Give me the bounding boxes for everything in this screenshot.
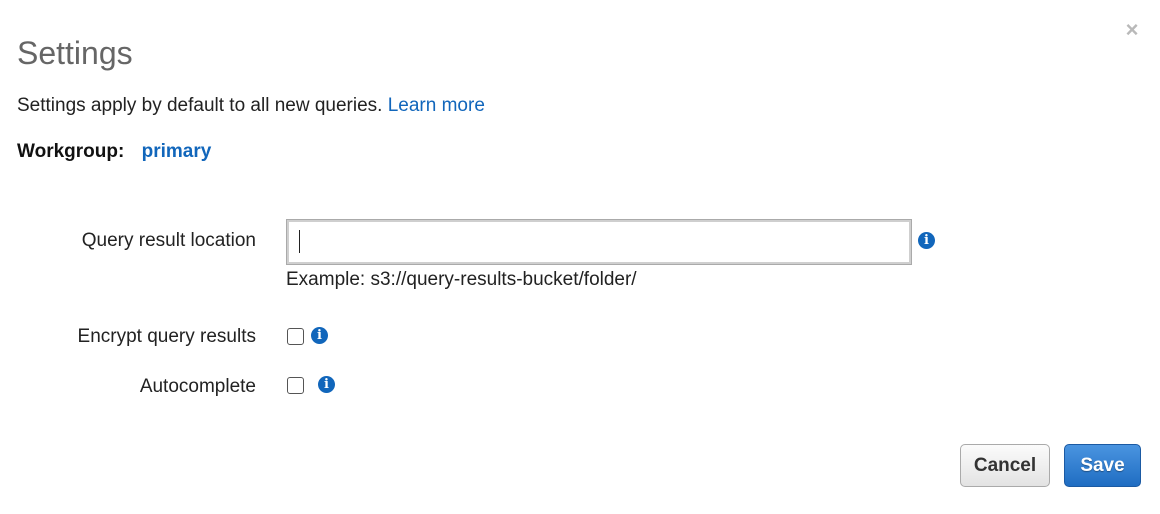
text-caret [299, 230, 300, 253]
learn-more-link[interactable]: Learn more [388, 95, 485, 116]
workgroup-label: Workgroup: [17, 141, 125, 162]
encrypt-query-results-checkbox[interactable] [287, 328, 304, 345]
save-button[interactable]: Save [1064, 444, 1141, 487]
query-result-location-label: Query result location [81, 230, 256, 251]
autocomplete-checkbox[interactable] [287, 377, 304, 394]
query-result-location-input[interactable] [286, 219, 912, 265]
info-icon[interactable]: i [311, 327, 328, 344]
query-result-location-hint: Example: s3://query-results-bucket/folde… [286, 269, 637, 290]
close-icon[interactable]: × [1123, 19, 1141, 41]
intro-text: Settings apply by default to all new que… [17, 95, 383, 116]
encrypt-query-results-label: Encrypt query results [77, 326, 256, 347]
info-icon[interactable]: i [918, 232, 935, 249]
cancel-button[interactable]: Cancel [960, 444, 1050, 487]
workgroup-line: Workgroup: primary [17, 140, 211, 164]
workgroup-link[interactable]: primary [142, 141, 212, 162]
info-icon[interactable]: i [318, 376, 335, 393]
dialog-title: Settings [17, 35, 133, 71]
autocomplete-label: Autocomplete [139, 376, 256, 397]
intro-line: Settings apply by default to all new que… [17, 94, 485, 118]
